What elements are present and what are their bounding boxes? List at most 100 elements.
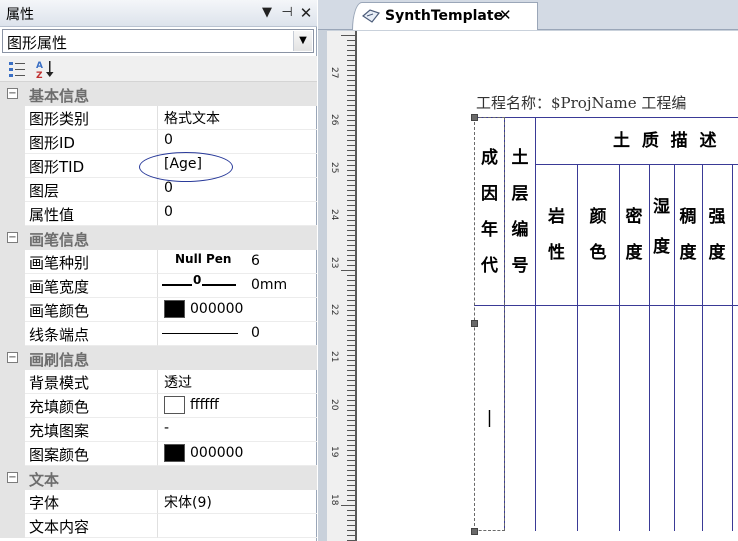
highlight-ellipse — [139, 152, 233, 182]
property-row[interactable]: 背景模式 透过 — [0, 370, 317, 394]
object-select[interactable]: 图形属性 ▼ — [2, 29, 314, 53]
pen-style-value: 6 — [251, 253, 260, 269]
color-swatch — [164, 444, 185, 462]
property-value[interactable] — [158, 514, 317, 538]
property-value[interactable]: 000000 — [158, 298, 317, 322]
header-cell-char: 成 — [481, 148, 498, 168]
property-value[interactable]: Null Pen 6 — [158, 250, 317, 274]
line-cap-sample — [162, 333, 238, 334]
property-row[interactable]: 字体 宋体(9) — [0, 490, 317, 514]
property-row[interactable]: 图案颜色 000000 — [0, 442, 317, 466]
line-cap-value: 0 — [251, 325, 260, 341]
group-header: 土 质 描 述 — [613, 131, 717, 151]
property-name: 文本内容 — [25, 514, 158, 538]
property-value[interactable]: 0 0mm — [158, 274, 317, 298]
property-name: 字体 — [25, 490, 158, 514]
categorized-view-icon[interactable] — [6, 59, 28, 79]
category-label: 基本信息 — [29, 87, 90, 105]
property-name: 属性值 — [25, 202, 158, 226]
color-value: 000000 — [190, 301, 244, 317]
property-row[interactable]: 图形类别 格式文本 — [0, 106, 317, 130]
category-pen-info[interactable]: − 画笔信息 — [0, 226, 317, 250]
collapse-icon[interactable]: − — [7, 472, 18, 483]
subheader-char: 密 — [625, 207, 643, 227]
dropdown-icon[interactable]: ▼ — [259, 4, 275, 22]
property-value[interactable]: ffffff — [158, 394, 317, 418]
col-divider — [732, 164, 733, 531]
document-area: SynthTemplate ✕ 27 26 25 24 23 22 21 20 19 18 工程名… — [318, 0, 738, 541]
subheader-char: 度 — [679, 243, 697, 263]
property-name: 充填颜色 — [25, 394, 158, 418]
property-row[interactable]: 画笔颜色 000000 — [0, 298, 317, 322]
subheader-char: 颜 — [589, 207, 607, 227]
property-row[interactable]: 图层 0 — [0, 178, 317, 202]
text-cursor: | — [486, 408, 493, 428]
property-row[interactable]: 充填图案 - — [0, 418, 317, 442]
property-row[interactable]: 充填颜色 ffffff — [0, 394, 317, 418]
resize-handle[interactable] — [471, 320, 478, 327]
property-value[interactable]: 透过 — [158, 370, 317, 394]
subheader-char: 湿 — [653, 197, 670, 217]
property-value[interactable]: 格式文本 — [158, 106, 317, 130]
subheader-char: 度 — [625, 243, 643, 263]
category-label: 文本 — [29, 471, 60, 489]
svg-text:A: A — [36, 61, 43, 71]
object-select-value: 图形属性 — [7, 34, 68, 52]
header-bottom-border — [474, 305, 738, 306]
property-name: 线条端点 — [25, 322, 158, 346]
header-cell-char: 因 — [481, 184, 498, 204]
chevron-down-icon[interactable]: ▼ — [293, 31, 312, 51]
property-name: 图形类别 — [25, 106, 158, 130]
property-row[interactable]: 属性值 0 — [0, 202, 317, 226]
collapse-icon[interactable]: − — [7, 88, 18, 99]
panel-title-bar: 属性 ▼ ⊣ ✕ — [0, 0, 317, 27]
pen-width-marker: 0 — [192, 274, 203, 287]
subheader-char: 稠 — [679, 207, 697, 227]
color-swatch — [164, 300, 185, 318]
property-value[interactable]: 0 — [158, 322, 317, 346]
category-basic-info[interactable]: − 基本信息 — [0, 82, 317, 106]
subheader-char: 度 — [653, 237, 670, 257]
soil-table[interactable]: 成因年代土层编号土 质 描 述岩性颜色密度湿度稠度强度 | — [318, 0, 738, 541]
property-value[interactable]: 0 — [158, 202, 317, 226]
header-cell-char: 年 — [481, 220, 498, 240]
property-row[interactable]: 文本内容 — [0, 514, 317, 538]
color-swatch — [164, 396, 185, 414]
property-row[interactable]: 线条端点 0 — [0, 322, 317, 346]
svg-text:Z: Z — [36, 71, 43, 79]
property-name: 图案颜色 — [25, 442, 158, 466]
resize-handle[interactable] — [471, 114, 478, 121]
header-cell-char: 编 — [511, 220, 529, 240]
property-name: 画笔宽度 — [25, 274, 158, 298]
category-brush-info[interactable]: − 画刷信息 — [0, 346, 317, 370]
property-value[interactable]: - — [158, 418, 317, 442]
property-name: 充填图案 — [25, 418, 158, 442]
close-icon[interactable]: ✕ — [298, 4, 314, 22]
property-value[interactable]: 000000 — [158, 442, 317, 466]
header-cell-char: 代 — [481, 256, 498, 276]
property-row[interactable]: 画笔种别 Null Pen 6 — [0, 250, 317, 274]
pen-style-label: Null Pen — [175, 252, 232, 266]
subheader-char: 强 — [708, 207, 726, 227]
header-cell-char: 层 — [511, 184, 529, 204]
resize-handle[interactable] — [471, 528, 478, 535]
subheader-char: 性 — [548, 243, 565, 263]
property-name: 图形ID — [25, 130, 158, 154]
property-row[interactable]: 画笔宽度 0 0mm — [0, 274, 317, 298]
property-row[interactable]: 图形ID 0 — [0, 130, 317, 154]
category-label: 画笔信息 — [29, 231, 90, 249]
property-value[interactable]: 宋体(9) — [158, 490, 317, 514]
collapse-icon[interactable]: − — [7, 352, 18, 363]
property-name: 图层 — [25, 178, 158, 202]
collapse-icon[interactable]: − — [7, 232, 18, 243]
table-top-border — [474, 117, 738, 118]
category-text[interactable]: − 文本 — [0, 466, 317, 490]
properties-panel: 属性 ▼ ⊣ ✕ 图形属性 ▼ A Z − 基本信息 图形类别 格式文本 图形I… — [0, 0, 317, 541]
pin-icon[interactable]: ⊣ — [279, 4, 295, 22]
sort-alphabetical-icon[interactable]: A Z — [34, 59, 56, 79]
header-cell-char: 号 — [511, 256, 529, 276]
header-cell-char: 土 — [511, 148, 529, 168]
category-label: 画刷信息 — [29, 351, 90, 369]
property-value[interactable]: 0 — [158, 130, 317, 154]
col-divider — [535, 117, 536, 531]
